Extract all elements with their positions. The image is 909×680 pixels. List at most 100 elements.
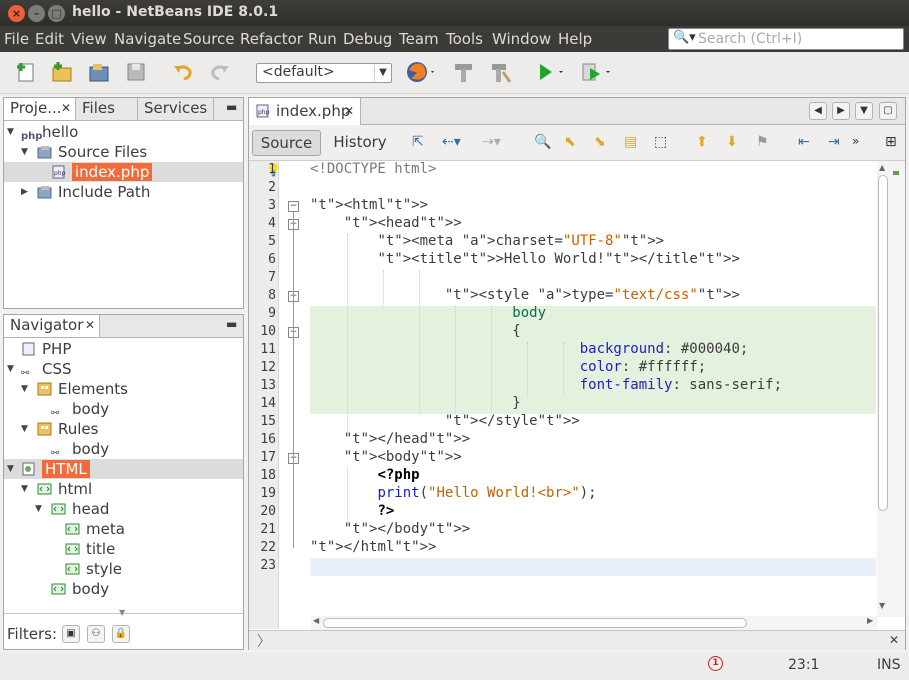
tab-navigator[interactable]: Navigator ✕ — [4, 315, 100, 337]
line-number: 6 — [268, 252, 276, 267]
find-next-icon[interactable]: ⬊ — [594, 134, 612, 152]
code-line[interactable]: font-family: sans-serif; — [310, 376, 782, 394]
menu-view[interactable]: View — [71, 30, 107, 48]
code-line[interactable]: "t"></style"t">> — [310, 412, 580, 430]
editor-tab-header: php index.php ✕ ◀ ▶ ▼ ▢ — [249, 98, 905, 125]
history-tab[interactable]: History — [329, 130, 391, 156]
debug-icon[interactable] — [580, 60, 610, 84]
menu-file[interactable]: File — [4, 30, 29, 48]
menu-help[interactable]: Help — [558, 30, 592, 48]
code-line[interactable]: "t"></html"t">> — [310, 538, 436, 556]
code-line[interactable]: color: #ffffff; — [310, 358, 706, 376]
source-tab[interactable]: Source — [252, 130, 321, 156]
tree-item-source-files[interactable]: ▼ Source Files — [4, 142, 243, 162]
build-icon[interactable] — [452, 60, 476, 84]
menu-debug[interactable]: Debug — [343, 30, 392, 48]
scroll-tabs-left-icon[interactable]: ◀ — [809, 102, 827, 120]
vertical-scrollbar[interactable]: ▲ ▼ — [877, 161, 905, 617]
filter-private-icon[interactable]: 🔒 — [112, 625, 130, 643]
code-line[interactable]: "t"></body"t">> — [310, 520, 470, 538]
menu-navigate[interactable]: Navigate — [114, 30, 181, 48]
back-icon[interactable]: ⇠▾ — [442, 134, 461, 152]
scrollbar-thumb[interactable] — [323, 618, 747, 628]
shift-right-icon[interactable]: ⇥ — [828, 134, 846, 152]
code-line[interactable]: "t"></head"t">> — [310, 430, 470, 448]
new-project-icon[interactable] — [50, 60, 74, 84]
shift-left-icon[interactable]: ⇤ — [798, 134, 816, 152]
code-line[interactable]: "t"><title"t">>Hello World!"t"></title"t… — [310, 250, 740, 268]
tree-item-index-php[interactable]: php index.php — [4, 162, 243, 182]
code-line[interactable]: { — [310, 322, 520, 340]
undo-icon[interactable] — [171, 60, 195, 84]
tree-item-include-path[interactable]: ▶ Include Path — [4, 182, 243, 202]
code-line[interactable]: "t"><style "a">type="text/css""t">> — [310, 286, 740, 304]
tab-services[interactable]: Services — [138, 98, 214, 120]
tab-projects[interactable]: Proje... ✕ — [4, 98, 76, 120]
open-project-icon[interactable] — [87, 60, 111, 84]
code-line[interactable]: ?> — [310, 502, 394, 520]
run-icon[interactable] — [535, 60, 563, 84]
code-line[interactable]: } — [310, 394, 520, 412]
expanded-arrow-icon: ▼ — [21, 384, 28, 394]
code-line[interactable]: print("Hello World!<br>"); — [310, 484, 596, 502]
menu-refactor[interactable]: Refactor — [240, 30, 303, 48]
menu-run[interactable]: Run — [308, 30, 337, 48]
next-bookmark-icon[interactable]: ⬇ — [726, 134, 744, 152]
code-line[interactable]: body — [310, 304, 546, 322]
line-number: 3 — [268, 198, 276, 213]
tab-files[interactable]: Files — [76, 98, 138, 120]
show-opened-documents-icon[interactable]: ▼ — [855, 102, 873, 120]
close-icon[interactable]: ✕ — [61, 98, 71, 119]
toggle-bookmark-icon[interactable]: ⚑ — [756, 134, 774, 152]
menu-edit[interactable]: Edit — [35, 30, 64, 48]
find-icon[interactable]: 🔍 — [534, 134, 552, 152]
code-line[interactable]: "t"><meta "a">charset="UTF-8""t">> — [310, 232, 664, 250]
find-previous-icon[interactable]: ⬉ — [564, 134, 582, 152]
close-icon[interactable]: ✕ — [344, 98, 354, 125]
horizontal-scrollbar[interactable]: ◀ ▶ — [311, 616, 877, 630]
fold-toggle-icon[interactable]: − — [288, 201, 299, 212]
menu-window[interactable]: Window — [492, 30, 551, 48]
code-line[interactable]: "t"><head"t">> — [310, 214, 462, 232]
more-icon[interactable]: » — [852, 134, 870, 152]
notifications-icon[interactable]: 1 — [708, 656, 723, 671]
code-line[interactable]: <!DOCTYPE html> — [310, 160, 436, 178]
menu-team[interactable]: Team — [399, 30, 439, 48]
search-input[interactable]: Search (Ctrl+I) — [698, 31, 802, 47]
rectangular-selection-icon[interactable]: ⬚ — [654, 134, 672, 152]
close-icon[interactable]: ✕ — [889, 633, 899, 647]
scroll-tabs-right-icon[interactable]: ▶ — [832, 102, 850, 120]
split-editor-icon[interactable]: ⊞ — [885, 134, 903, 152]
close-icon[interactable]: ✕ — [85, 315, 95, 336]
previous-bookmark-icon[interactable]: ⬆ — [696, 134, 714, 152]
new-file-icon[interactable] — [14, 60, 38, 84]
code-line[interactable]: "t"><body"t">> — [310, 448, 462, 466]
forward-icon[interactable]: ⇢▾ — [482, 134, 501, 152]
save-all-icon[interactable] — [124, 60, 148, 84]
configuration-select[interactable]: <default> ▼ — [256, 63, 392, 83]
menu-source[interactable]: Source — [183, 30, 235, 48]
clean-build-icon[interactable] — [489, 60, 513, 84]
minimize-window-icon[interactable]: – — [28, 5, 45, 22]
last-edit-icon[interactable]: ⇱ — [412, 134, 430, 152]
filter-static-icon[interactable]: ⚇ — [87, 625, 105, 643]
minimize-panel-icon[interactable]: ▬ — [226, 100, 237, 114]
redo-icon[interactable] — [208, 60, 232, 84]
search-box[interactable]: 🔍▾ Search (Ctrl+I) — [668, 28, 904, 50]
minimize-panel-icon[interactable]: ▬ — [226, 317, 237, 331]
tab-index-php[interactable]: php index.php ✕ — [249, 98, 361, 125]
firefox-browser-icon[interactable] — [405, 60, 434, 84]
code-line[interactable]: "t"><html"t">> — [310, 196, 428, 214]
nav-item-html[interactable]: ▼ HTML — [4, 459, 243, 479]
menu-tools[interactable]: Tools — [446, 30, 483, 48]
code-line[interactable]: <?php — [310, 466, 419, 484]
toggle-highlight-icon[interactable]: ▤ — [624, 134, 642, 152]
maximize-editor-icon[interactable]: ▢ — [879, 102, 897, 120]
tree-item-hello[interactable]: ▼ phphello — [4, 122, 243, 142]
code-line[interactable]: background: #000040; — [310, 340, 749, 358]
scrollbar-thumb[interactable] — [878, 175, 888, 511]
chevron-right-icon[interactable]: 〉 — [257, 631, 271, 651]
filter-fields-icon[interactable]: ▣ — [62, 625, 80, 643]
maximize-window-icon[interactable]: □ — [48, 5, 65, 22]
close-window-icon[interactable]: × — [8, 5, 25, 22]
